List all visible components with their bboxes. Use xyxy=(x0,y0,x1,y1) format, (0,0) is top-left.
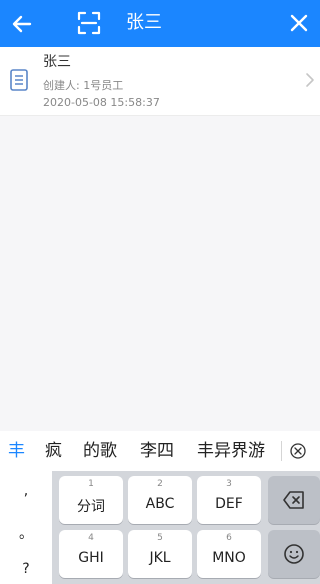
punctuation-column: , 。 ? xyxy=(0,471,52,584)
chevron-right-icon xyxy=(306,73,314,87)
key-label: 分词 xyxy=(77,499,105,515)
emoji-icon xyxy=(284,544,304,564)
backspace-icon xyxy=(283,491,304,509)
candidate-word[interactable]: 疯 xyxy=(45,440,62,462)
back-arrow-icon[interactable] xyxy=(10,12,34,36)
ime-keyboard: , 。 ? 1 分词 2 ABC 3 DEF 4 GHI 5 JKL 6 MNO xyxy=(0,471,320,584)
emoji-key[interactable] xyxy=(268,530,320,578)
result-date: 2020-05-08 15:58:37 xyxy=(43,96,160,109)
key-4[interactable]: 4 GHI xyxy=(59,530,123,578)
key-label: GHI xyxy=(78,550,104,566)
result-name: 张三 xyxy=(43,54,71,70)
key-label: JKL xyxy=(149,550,171,566)
scan-icon[interactable] xyxy=(76,10,102,36)
candidate-word[interactable]: 的歌 xyxy=(83,440,117,462)
result-list-item[interactable]: 张三 创建人: 1号员工 2020-05-08 15:58:37 xyxy=(0,47,320,116)
key-label: ABC xyxy=(145,496,175,512)
punctuation-key[interactable]: 。 xyxy=(0,523,52,543)
ime-candidate-bar: 丰 疯 的歌 李四 丰异界游 xyxy=(0,431,320,471)
key-number: 4 xyxy=(88,533,94,543)
key-6[interactable]: 6 MNO xyxy=(197,530,261,578)
punctuation-key[interactable]: , xyxy=(0,483,52,499)
key-2[interactable]: 2 ABC xyxy=(128,476,192,524)
key-3[interactable]: 3 DEF xyxy=(197,476,261,524)
candidate-word[interactable]: 李四 xyxy=(140,440,174,462)
key-5[interactable]: 5 JKL xyxy=(128,530,192,578)
punctuation-key[interactable]: ? xyxy=(0,561,52,577)
document-icon xyxy=(10,69,28,91)
key-number: 5 xyxy=(157,533,163,543)
key-1[interactable]: 1 分词 xyxy=(59,476,123,524)
key-number: 1 xyxy=(88,479,94,489)
backspace-key[interactable] xyxy=(268,476,320,524)
candidate-word[interactable]: 丰异界游 xyxy=(197,440,265,462)
candidate-word[interactable]: 丰 xyxy=(8,440,25,462)
key-number: 6 xyxy=(226,533,232,543)
page-title: 张三 xyxy=(126,12,162,33)
key-number: 3 xyxy=(226,479,232,489)
close-icon[interactable] xyxy=(289,13,309,33)
key-number: 2 xyxy=(157,479,163,489)
key-label: DEF xyxy=(215,496,243,512)
result-creator: 创建人: 1号员工 xyxy=(43,79,124,92)
key-label: MNO xyxy=(212,550,246,566)
candidate-divider xyxy=(281,441,282,461)
close-circle-icon[interactable] xyxy=(290,443,306,459)
app-header: 张三 xyxy=(0,0,320,47)
